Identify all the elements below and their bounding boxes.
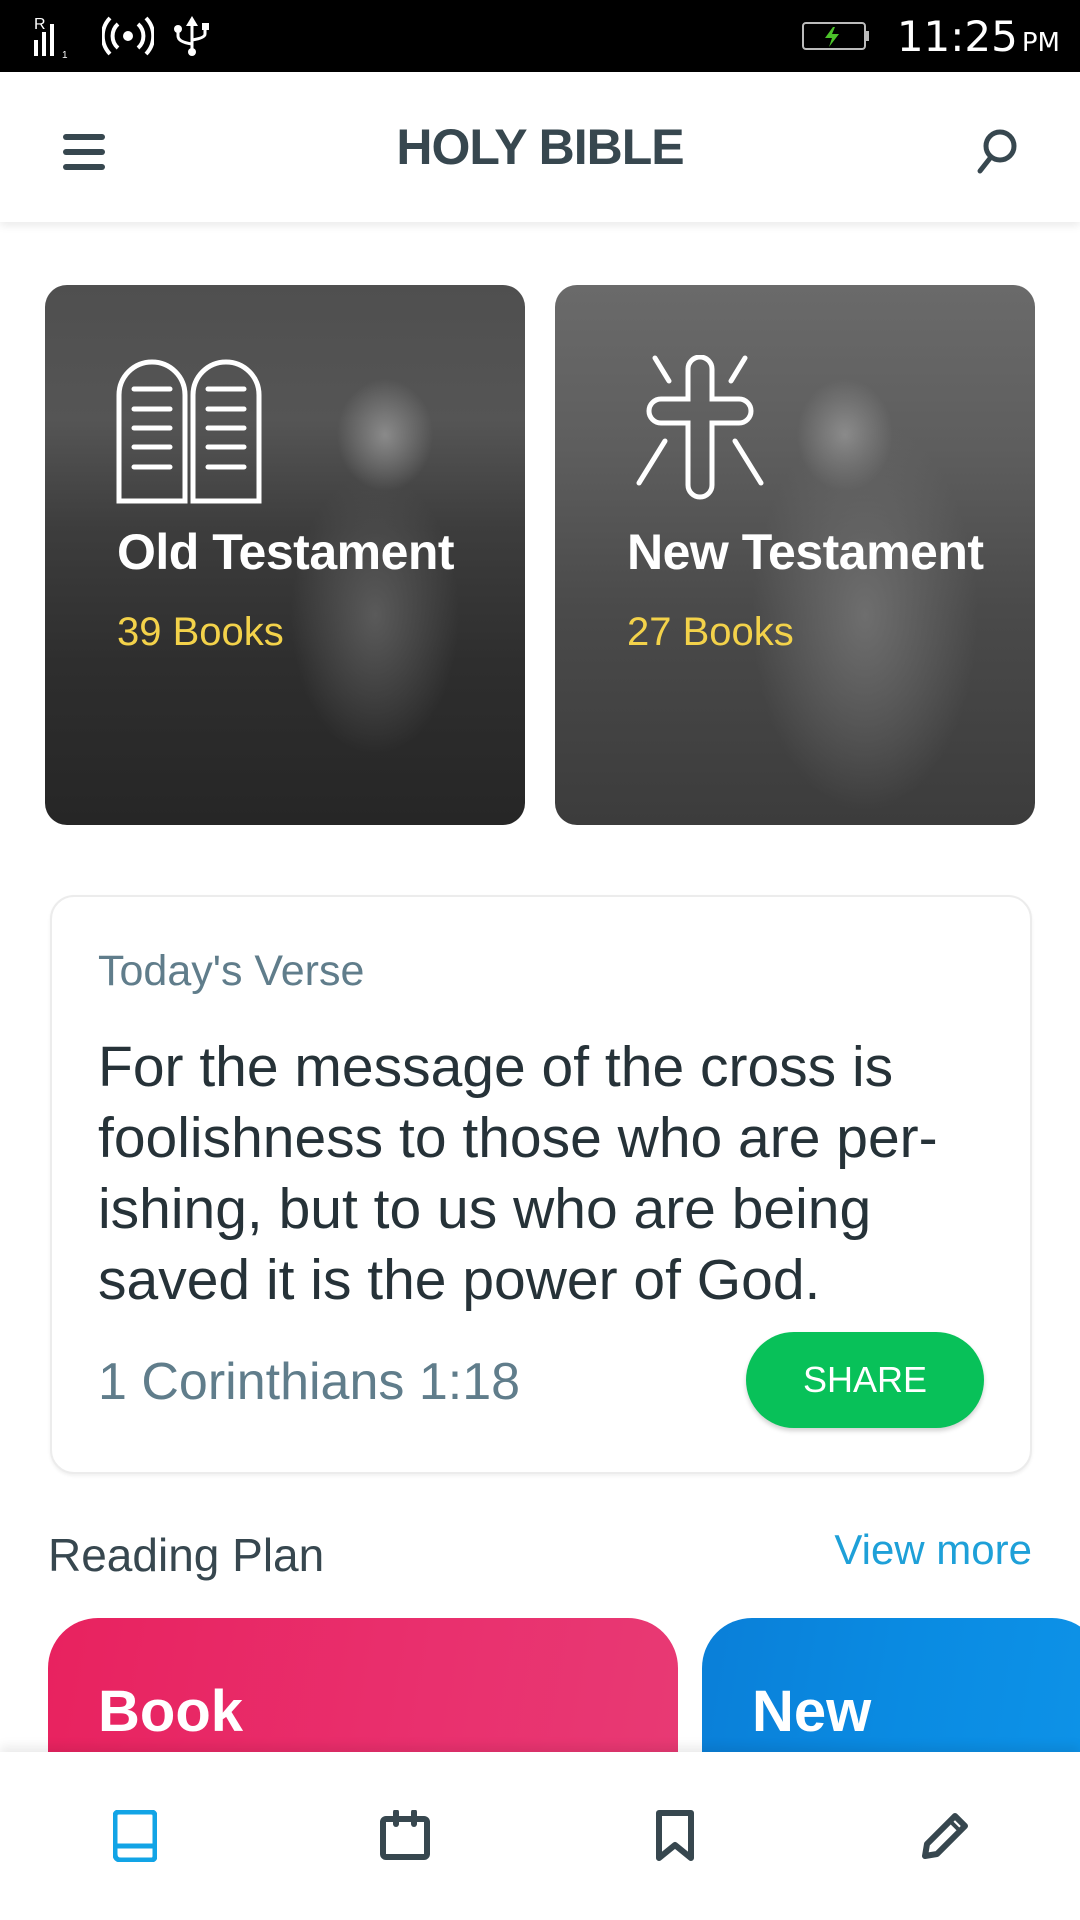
new-testament-count: 27 Books [627, 610, 794, 654]
verse-label: Today's Verse [98, 947, 365, 995]
nav-tab-bible[interactable] [0, 1752, 270, 1920]
old-testament-title: Old Testament [117, 524, 455, 580]
status-time: 11:25 PM [897, 12, 1060, 61]
nav-tab-notes[interactable] [810, 1752, 1080, 1920]
radiant-cross-icon [636, 355, 764, 500]
search-icon [977, 129, 1017, 174]
new-testament-card[interactable]: New Testament 27 Books [555, 285, 1035, 825]
old-testament-count: 39 Books [117, 610, 284, 654]
plan-card-title: New [752, 1679, 872, 1744]
testament-cards: Old Testament 39 Books New Testament 27 … [45, 285, 1035, 825]
bookmark-icon [656, 1810, 694, 1861]
bottom-navigation [0, 1752, 1080, 1920]
hotspot-icon [102, 16, 154, 56]
book-icon [113, 1810, 157, 1862]
view-more-link[interactable]: View more [834, 1526, 1032, 1574]
app-bar: HOLY BIBLE [0, 72, 1080, 222]
ampm-text: PM [1021, 27, 1060, 58]
verse-line: foolishness to those who are per- [98, 1106, 938, 1170]
nav-tab-reading-plan[interactable] [270, 1752, 540, 1920]
new-testament-title: New Testament [627, 524, 984, 580]
verse-line: ishing, but to us who are being [98, 1177, 872, 1241]
usb-icon [174, 16, 209, 56]
old-testament-card[interactable]: Old Testament 39 Books [45, 285, 525, 825]
search-button[interactable] [956, 117, 1036, 187]
nav-tab-bookmarks[interactable] [540, 1752, 810, 1920]
verse-line: For the message of the cross is [98, 1035, 894, 1099]
svg-text:1: 1 [62, 50, 68, 58]
time-text: 11:25 [896, 11, 1018, 61]
battery-charging-icon [801, 22, 869, 50]
reading-plan-title: Reading Plan [48, 1529, 325, 1581]
share-button[interactable]: SHARE [746, 1332, 984, 1428]
verse-text: For the message of the cross is foolishn… [98, 1032, 998, 1316]
signal-roaming-icon: R 1 [34, 16, 68, 58]
status-left-icons: R 1 [34, 12, 212, 60]
verse-reference[interactable]: 1 Corinthians 1:18 [98, 1352, 520, 1412]
stone-tablets-icon [116, 359, 262, 504]
svg-text:R: R [34, 16, 46, 33]
todays-verse-card: Today's Verse For the message of the cro… [50, 895, 1032, 1474]
plan-card-title: Book [98, 1679, 243, 1744]
calendar-icon [380, 1810, 430, 1860]
pencil-icon [922, 1813, 968, 1859]
verse-line: saved it is the power of God. [98, 1248, 821, 1312]
page-title: HOLY BIBLE [396, 119, 684, 175]
